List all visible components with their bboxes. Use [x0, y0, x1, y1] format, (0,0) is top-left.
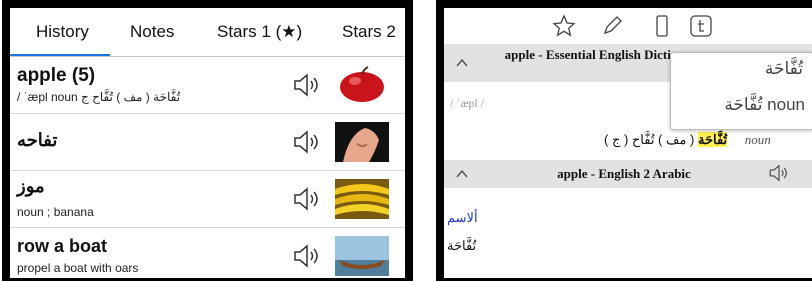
lookup-popup: تُفَّاحَة تُفَّاحَة noun	[670, 52, 812, 130]
popup-word[interactable]: تُفَّاحَة	[765, 59, 803, 79]
entry-word: تفاحه	[17, 130, 58, 150]
speaker-icon[interactable]	[292, 187, 322, 211]
chevron-up-icon[interactable]	[456, 57, 468, 69]
neck-thumbnail	[335, 122, 389, 162]
translation-word: تُفَّاحَة	[447, 238, 477, 253]
entry-subtitle: propel a boat with oars	[17, 261, 139, 275]
popup-word-pos[interactable]: تُفَّاحَة noun	[724, 95, 805, 115]
star-icon[interactable]	[552, 14, 576, 38]
list-item[interactable]: موز noun ; banana	[10, 171, 405, 228]
history-panel: History Notes Stars 1 (★) Stars 2 apple …	[2, 0, 413, 281]
entry-word: apple (5)	[17, 65, 96, 86]
entry-subtitle: noun ; banana	[17, 205, 94, 219]
definition-line: تُفَّاحَة ( مف ) تُفَّاح ( ج ) noun	[604, 132, 771, 148]
entry-panel: apple - Essential English Dictionary / ˈ…	[436, 0, 812, 281]
pronunciation: / ˈæpl /	[450, 96, 485, 110]
tab-history[interactable]: History	[36, 22, 89, 42]
part-of-speech-label[interactable]: ألاسم	[447, 210, 478, 226]
pencil-icon[interactable]	[600, 14, 624, 38]
section-header[interactable]: apple - English 2 Arabic	[444, 160, 812, 188]
section-title: apple - English 2 Arabic	[557, 166, 691, 181]
speaker-icon[interactable]	[292, 130, 322, 154]
tab-bar: History Notes Stars 1 (★) Stars 2	[10, 8, 405, 57]
tab-stars-2[interactable]: Stars 2	[342, 22, 396, 42]
list-item[interactable]: تفاحه	[10, 114, 405, 171]
chevron-up-icon[interactable]	[456, 168, 468, 180]
bananas-thumbnail	[335, 179, 389, 219]
history-screen: History Notes Stars 1 (★) Stars 2 apple …	[10, 8, 405, 278]
definition-text: ( مف ) تُفَّاح ( ج )	[604, 132, 695, 147]
entry-word: row a boat	[17, 236, 108, 256]
entry-screen: apple - Essential English Dictionary / ˈ…	[444, 8, 812, 278]
part-of-speech: noun	[744, 132, 771, 147]
tab-stars-1[interactable]: Stars 1 (★)	[217, 22, 302, 42]
speaker-icon[interactable]	[292, 244, 322, 268]
entry-subtitle: / ˈæpl noun تُفَّاحَة ( مف ) تُفَّاح ج	[17, 90, 181, 104]
tumblr-icon[interactable]	[688, 13, 714, 39]
phone-icon[interactable]	[650, 14, 674, 38]
list-item[interactable]: row a boat propel a boat with oars	[10, 228, 405, 278]
toolbar	[444, 8, 812, 44]
speaker-icon[interactable]	[768, 164, 790, 182]
tab-notes[interactable]: Notes	[130, 22, 174, 42]
highlighted-word[interactable]: تُفَّاحَة	[697, 132, 728, 147]
apple-thumbnail	[335, 65, 389, 105]
active-tab-indicator	[10, 54, 110, 56]
boat-thumbnail	[335, 236, 389, 276]
speaker-icon[interactable]	[292, 73, 322, 97]
entry-word: موز	[17, 176, 45, 196]
list-item[interactable]: apple (5) / ˈæpl noun تُفَّاحَة ( مف ) ت…	[10, 57, 405, 114]
